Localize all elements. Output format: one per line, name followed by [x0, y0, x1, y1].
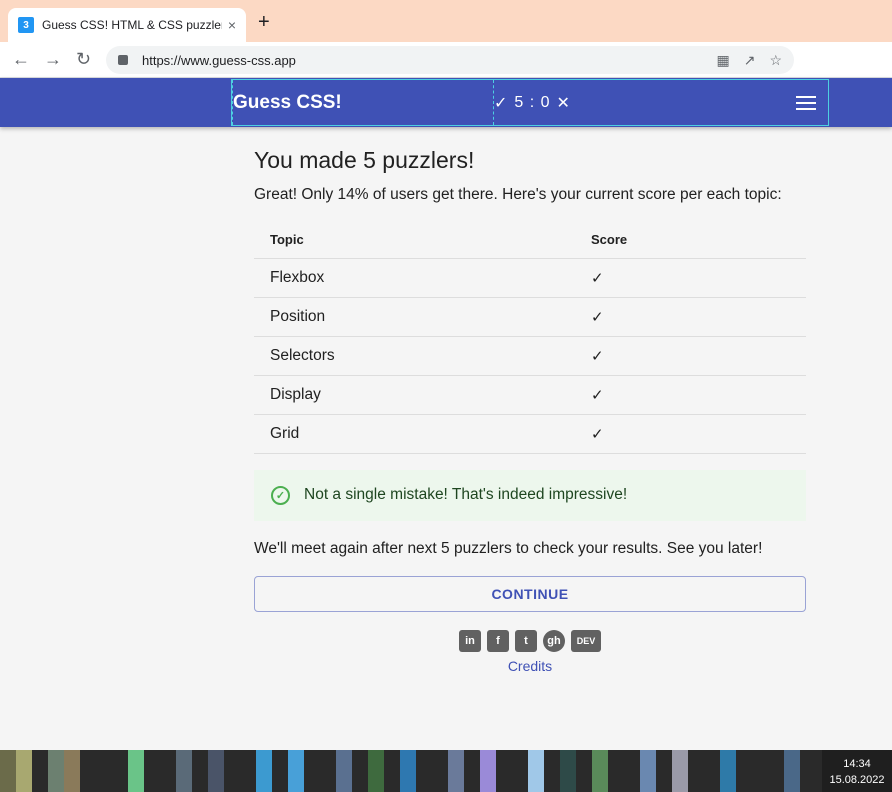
facebook-icon[interactable]: f [487, 629, 509, 652]
social-links: in f t gh DEV [254, 629, 806, 652]
wrong-cross-icon: ✕ [556, 94, 571, 112]
topic-cell: Grid [254, 414, 591, 454]
css3-icon: 3 [18, 17, 34, 33]
topic-cell: Position [254, 297, 591, 337]
check-icon: ✓ [591, 414, 806, 454]
check-icon: ✓ [591, 375, 806, 415]
results-subtitle: Great! Only 14% of users get there. Here… [254, 186, 782, 203]
continue-button[interactable]: CONTINUE [254, 575, 806, 612]
table-row: Selectors ✓ [254, 336, 806, 376]
clock-time: 14:34 [843, 758, 871, 770]
new-tab-button[interactable]: + [258, 12, 270, 32]
topic-cell: Flexbox [254, 258, 591, 298]
tab-title: Guess CSS! HTML & CSS puzzler [42, 18, 222, 32]
clock-date: 15.08.2022 [829, 774, 885, 786]
score-indicator: ✓ 5 : 0 ✕ [494, 80, 571, 125]
browser-tabbar: 3 Guess CSS! HTML & CSS puzzler × + [0, 0, 892, 42]
page-title: You made 5 puzzlers! [254, 147, 475, 173]
linkedin-icon[interactable]: in [459, 629, 481, 652]
menu-icon[interactable] [796, 96, 816, 110]
browser-toolbar: ← → ↻ https://www.guess-css.app ▦ ↗ ☆ [0, 42, 892, 120]
check-circle-icon: ✓ [271, 485, 290, 505]
translate-icon[interactable]: ▦ [716, 52, 729, 69]
score-text: 5 : 0 [514, 93, 551, 111]
check-icon: ✓ [591, 258, 806, 298]
twitter-icon[interactable]: t [515, 629, 537, 652]
os-taskbar: 14:34 15.08.2022 [0, 750, 892, 792]
score-column-header: Score [591, 222, 806, 259]
topic-score-table: Topic Score Flexbox ✓ Position ✓ Selecto… [254, 222, 806, 454]
app-title[interactable]: Guess CSS! [232, 80, 494, 125]
dev-icon[interactable]: DEV [571, 629, 601, 652]
address-bar[interactable]: https://www.guess-css.app ▦ ↗ ☆ [106, 46, 794, 74]
app-header-container: Guess CSS! ✓ 5 : 0 ✕ [231, 79, 829, 126]
table-row: Grid ✓ [254, 414, 806, 454]
correct-check-icon: ✓ [494, 94, 509, 112]
alert-message: Not a single mistake! That's indeed impr… [304, 486, 628, 503]
table-row: Display ✓ [254, 375, 806, 415]
topic-cell: Selectors [254, 336, 591, 376]
next-round-text: We'll meet again after next 5 puzzlers t… [254, 539, 763, 557]
topic-column-header: Topic [254, 222, 591, 259]
url-text: https://www.guess-css.app [142, 52, 296, 68]
back-arrow-icon[interactable]: ← [12, 50, 30, 68]
browser-tab[interactable]: 3 Guess CSS! HTML & CSS puzzler × [8, 8, 246, 42]
check-icon: ✓ [591, 297, 806, 337]
credits-link[interactable]: Credits [254, 658, 806, 674]
app-header: Guess CSS! ✓ 5 : 0 ✕ [0, 78, 892, 127]
table-row: Flexbox ✓ [254, 258, 806, 298]
table-row: Position ✓ [254, 297, 806, 337]
lock-icon [118, 55, 128, 65]
forward-arrow-icon[interactable]: → [44, 50, 62, 68]
share-icon[interactable]: ↗ [744, 52, 756, 69]
bookmark-star-icon[interactable]: ☆ [769, 52, 782, 69]
tab-close-icon[interactable]: × [228, 17, 236, 33]
github-icon[interactable]: gh [543, 629, 565, 652]
table-header-row: Topic Score [254, 222, 806, 259]
reload-icon[interactable]: ↻ [76, 50, 91, 68]
system-clock[interactable]: 14:34 15.08.2022 [822, 750, 892, 792]
success-alert: ✓ Not a single mistake! That's indeed im… [254, 469, 806, 521]
check-icon: ✓ [591, 336, 806, 376]
topic-cell: Display [254, 375, 591, 415]
results-panel: You made 5 puzzlers! Great! Only 14% of … [254, 127, 806, 674]
